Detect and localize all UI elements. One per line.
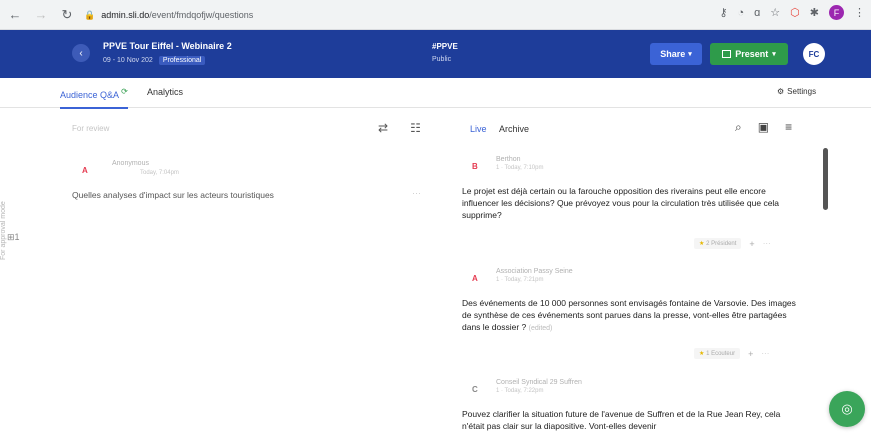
main-tabs: Audience Q&A ⟳ Analytics ⚙ Settings	[0, 78, 871, 109]
present-label: Present	[735, 49, 769, 59]
back-arrow-icon[interactable]: ←	[4, 4, 26, 26]
label-badge[interactable]: ★ 2 Président	[694, 238, 742, 249]
star-icon: ★	[699, 351, 705, 357]
item-author: Conseil Syndical 29 Suffren	[496, 379, 582, 386]
review-count-value: 1	[14, 232, 20, 242]
url-host: admin.sli.do	[101, 10, 150, 20]
settings-label: Settings	[787, 87, 817, 96]
filter-icon[interactable]: ≡	[785, 120, 792, 135]
side-rail: For approval mode ⊞1	[0, 108, 40, 441]
tab-archive[interactable]: Archive	[499, 124, 529, 134]
back-chevron-icon[interactable]: ‹	[72, 44, 90, 62]
label-badge[interactable]: ★ 1 Ecouteur	[694, 348, 741, 359]
calendar-icon[interactable]: ▣	[758, 120, 769, 135]
browser-actions: ⚷ ◔ ɑ ☆ ⬡ ✱ F ⋮	[719, 5, 865, 20]
translate-icon[interactable]: ɑ	[754, 7, 760, 19]
help-icon: ◎	[841, 401, 853, 416]
more-options-icon[interactable]: ···	[761, 349, 769, 358]
item-author: Association Passy Seine	[496, 268, 573, 275]
tab-qa-label: Audience Q&A	[60, 90, 119, 100]
question-author: Anonymous	[112, 160, 149, 167]
chevron-down-icon: ▾	[772, 51, 776, 58]
more-options-icon[interactable]: ···	[412, 188, 421, 198]
item-meta: 1 · Today, 7:10pm	[496, 165, 544, 171]
item-actions: ★ 1 Ecouteur + ···	[694, 348, 769, 359]
item-text: Pouvez clarifier la situation future de …	[462, 409, 781, 432]
sliders-icon[interactable]: ☷	[410, 121, 421, 135]
refresh-icon: ⟳	[121, 87, 128, 96]
share-label: Share	[660, 49, 686, 59]
chevron-down-icon: ▾	[688, 51, 692, 58]
user-avatar[interactable]: FC	[803, 43, 825, 65]
more-options-icon[interactable]: ···	[763, 239, 771, 248]
help-fab-button[interactable]: ◎	[829, 391, 865, 427]
review-count: ⊞1	[7, 232, 20, 243]
event-dates-row: 09 - 10 Nov 202 Professional	[103, 56, 206, 65]
extension-icon[interactable]: ⬡	[790, 6, 800, 19]
scrollbar[interactable]	[823, 148, 829, 210]
add-label-button[interactable]: +	[748, 349, 753, 359]
item-text: Des événements de 10 000 personnes sont …	[462, 298, 796, 333]
reload-icon[interactable]: ↻	[56, 4, 78, 26]
google-lens-icon[interactable]: ◔	[738, 7, 745, 19]
add-label-button[interactable]: +	[749, 239, 754, 249]
item-avatar: C	[472, 385, 478, 394]
search-icon[interactable]: ⌕	[735, 120, 742, 135]
event-title: PPVE Tour Eiffel - Webinaire 2	[103, 41, 232, 51]
live-pane: Live Archive ⌕ ▣ ≡ B Berthon 1 · Today, …	[455, 108, 871, 441]
review-pane: ⇄ ☷ A Anonymous Today, 7:04pm Quelles an…	[40, 108, 430, 441]
approval-mode-label: For approval mode	[0, 201, 7, 260]
scrollbar-thumb[interactable]	[823, 148, 828, 210]
edited-tag: (edited)	[528, 325, 553, 333]
bookmark-star-icon[interactable]: ☆	[770, 6, 780, 19]
grid-icon: ⊞	[7, 232, 15, 242]
swap-icon[interactable]: ⇄	[378, 121, 388, 135]
item-avatar: B	[472, 162, 478, 171]
review-search-input[interactable]	[72, 124, 192, 133]
event-code: #PPVE	[432, 42, 458, 51]
share-button[interactable]: Share ▾	[650, 43, 702, 65]
question-avatar: A	[82, 166, 88, 175]
url-path: /event/fmdqofjw/questions	[149, 10, 254, 20]
item-meta: 1 · Today, 7:21pm	[496, 277, 544, 283]
item-text: Le projet est déjà certain ou la farouch…	[462, 186, 780, 221]
question-text: Quelles analyses d'impact sur les acteur…	[72, 190, 274, 200]
profile-avatar[interactable]: F	[829, 5, 844, 20]
live-tools: ⌕ ▣ ≡	[735, 120, 792, 135]
star-icon: ★	[699, 241, 705, 247]
review-tools: ⇄ ☷	[378, 121, 421, 135]
tab-live[interactable]: Live	[470, 124, 487, 134]
present-screen-icon	[722, 50, 732, 58]
item-avatar: A	[472, 274, 478, 283]
event-visibility: Public	[432, 56, 452, 63]
settings-button[interactable]: ⚙ Settings	[777, 87, 816, 96]
puzzle-icon[interactable]: ✱	[810, 6, 819, 19]
browser-toolbar: ← → ↻ 🔒 admin.sli.do /event/fmdqofjw/que…	[0, 0, 871, 30]
question-meta: Today, 7:04pm	[140, 170, 179, 176]
tab-audience-qa[interactable]: Audience Q&A ⟳	[60, 87, 128, 109]
address-bar[interactable]: 🔒 admin.sli.do /event/fmdqofjw/questions	[84, 5, 684, 25]
event-dates: 09 - 10 Nov 202	[103, 57, 153, 64]
gear-icon: ⚙	[777, 87, 785, 96]
forward-arrow-icon[interactable]: →	[30, 4, 52, 26]
plan-badge: Professional	[158, 56, 206, 65]
item-author: Berthon	[496, 156, 521, 163]
key-icon[interactable]: ⚷	[719, 6, 727, 19]
tab-analytics[interactable]: Analytics	[147, 87, 183, 97]
menu-dots-icon[interactable]: ⋮	[854, 6, 865, 19]
item-actions: ★ 2 Président + ···	[694, 238, 771, 249]
event-header: ‹ PPVE Tour Eiffel - Webinaire 2 09 - 10…	[0, 30, 871, 78]
lock-icon: 🔒	[84, 9, 96, 20]
present-button[interactable]: Present ▾	[710, 43, 788, 65]
item-meta: 1 · Today, 7:22pm	[496, 388, 544, 394]
